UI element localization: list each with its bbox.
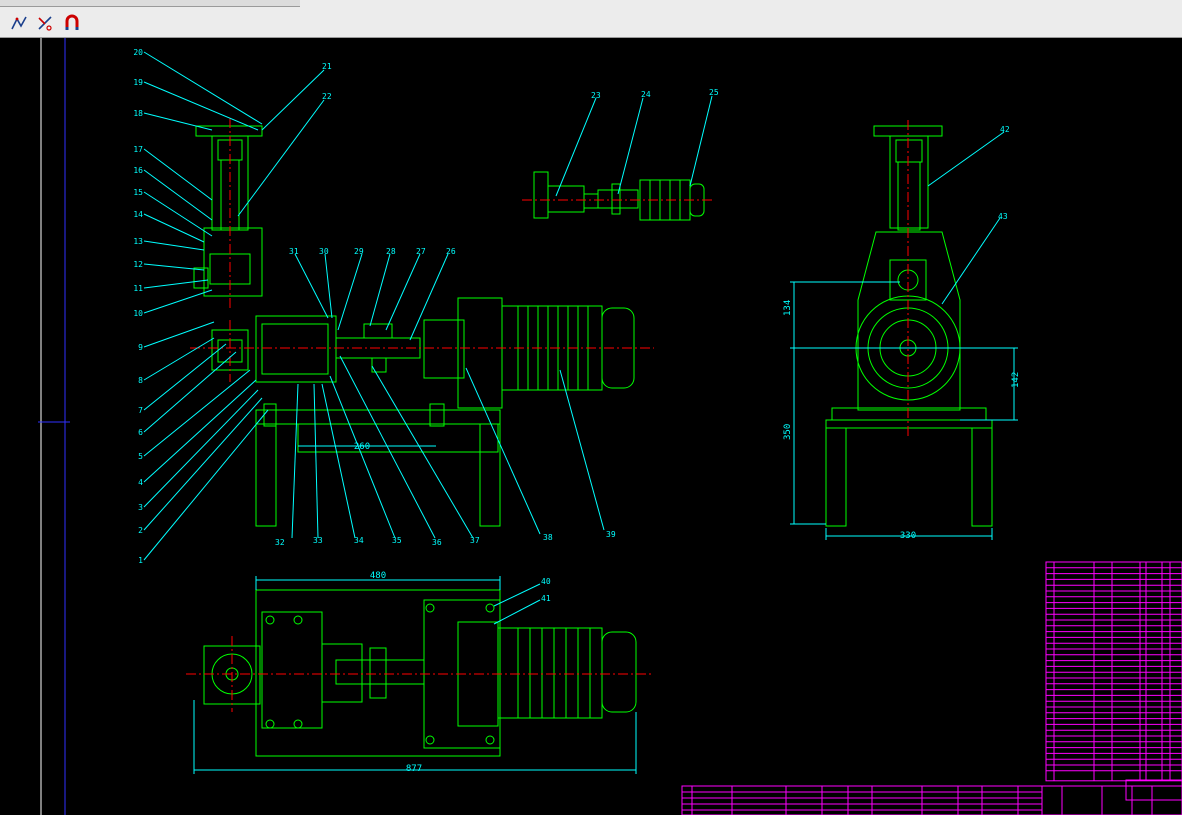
side-dim-142: 142 — [1011, 372, 1021, 388]
title-block — [681, 779, 1182, 815]
part-label: 14 — [133, 210, 143, 219]
part-label: 8 — [138, 376, 143, 385]
side-centerlines — [850, 120, 966, 436]
dim-260-text: 260 — [354, 442, 370, 452]
part-label: 10 — [133, 309, 143, 318]
part-label: 33 — [313, 536, 323, 545]
motor-labels: 23 24 25 — [591, 88, 719, 100]
side-dimensions — [790, 131, 1018, 540]
part-label: 1 — [138, 556, 143, 565]
part-label: 23 — [591, 91, 601, 100]
part-label: 2 — [138, 526, 143, 535]
part-label: 24 — [641, 90, 651, 99]
part-label: 19 — [133, 78, 143, 87]
part-label: 12 — [133, 260, 143, 269]
part-label: 35 — [392, 536, 402, 545]
side-dim-330: 330 — [900, 531, 916, 541]
top-dim-877: 877 — [406, 764, 422, 774]
part-label: 17 — [133, 145, 143, 154]
part-label: 39 — [606, 530, 616, 539]
top-dim-480: 480 — [370, 571, 386, 581]
part-label: 43 — [998, 212, 1008, 221]
part-label: 11 — [133, 284, 143, 293]
drawing-canvas[interactable]: 260 20 19 18 17 16 15 14 13 12 11 10 9 8… — [0, 38, 1182, 815]
side-labels: 42 43 — [998, 125, 1010, 221]
front-leaders-left — [143, 51, 269, 561]
part-label: 40 — [541, 577, 551, 586]
title-block-logo-box — [1125, 779, 1182, 801]
snap-magnet-icon — [65, 14, 79, 30]
side-dim-134: 134 — [783, 300, 793, 316]
part-label: 32 — [275, 538, 285, 547]
part-label: 15 — [133, 188, 143, 197]
parts-list-table — [1045, 561, 1182, 782]
motor-leaders — [555, 95, 713, 197]
title-block-frame — [681, 785, 1182, 815]
part-label: 42 — [1000, 125, 1010, 134]
part-label: 4 — [138, 478, 143, 487]
side-dim-350: 350 — [783, 424, 793, 440]
part-label: 36 — [432, 538, 442, 547]
part-label: 9 — [138, 343, 143, 352]
top-view — [203, 589, 637, 757]
part-label: 34 — [354, 536, 364, 545]
polyline-icon — [11, 16, 27, 30]
part-label: 18 — [133, 109, 143, 118]
snap-magnet-button[interactable] — [60, 11, 84, 35]
part-label: 31 — [289, 247, 299, 256]
front-labels-top: 21 22 31 30 29 28 27 26 — [289, 62, 456, 256]
part-label: 38 — [543, 533, 553, 542]
motor-detail — [533, 171, 705, 221]
front-labels-left: 20 19 18 17 16 15 14 13 12 11 10 9 8 7 6… — [133, 48, 143, 565]
part-label: 7 — [138, 406, 143, 415]
part-label: 28 — [386, 247, 396, 256]
top-toolbar — [0, 0, 1182, 38]
front-labels-bottom: 32 33 34 35 36 37 38 39 — [275, 530, 616, 547]
part-label: 41 — [541, 594, 551, 603]
part-label: 29 — [354, 247, 364, 256]
part-label: 27 — [416, 247, 426, 256]
part-label: 13 — [133, 237, 143, 246]
part-label: 16 — [133, 166, 143, 175]
toolbar-row-top-strip — [0, 0, 300, 7]
side-view — [825, 125, 993, 527]
part-label: 25 — [709, 88, 719, 97]
part-label: 6 — [138, 428, 143, 437]
part-label: 30 — [319, 247, 329, 256]
polyline-tool-button[interactable] — [7, 11, 31, 35]
part-label: 22 — [322, 92, 332, 101]
part-label: 5 — [138, 452, 143, 461]
part-label: 21 — [322, 62, 332, 71]
part-label: 26 — [446, 247, 456, 256]
top-labels: 40 41 — [541, 577, 551, 603]
front-leaders-top — [237, 69, 449, 341]
front-leaders-bottom — [291, 355, 605, 539]
trim-tool-button[interactable] — [33, 11, 57, 35]
part-label: 20 — [133, 48, 143, 57]
trim-icon — [38, 16, 52, 31]
part-label: 3 — [138, 503, 143, 512]
part-label: 37 — [470, 536, 480, 545]
